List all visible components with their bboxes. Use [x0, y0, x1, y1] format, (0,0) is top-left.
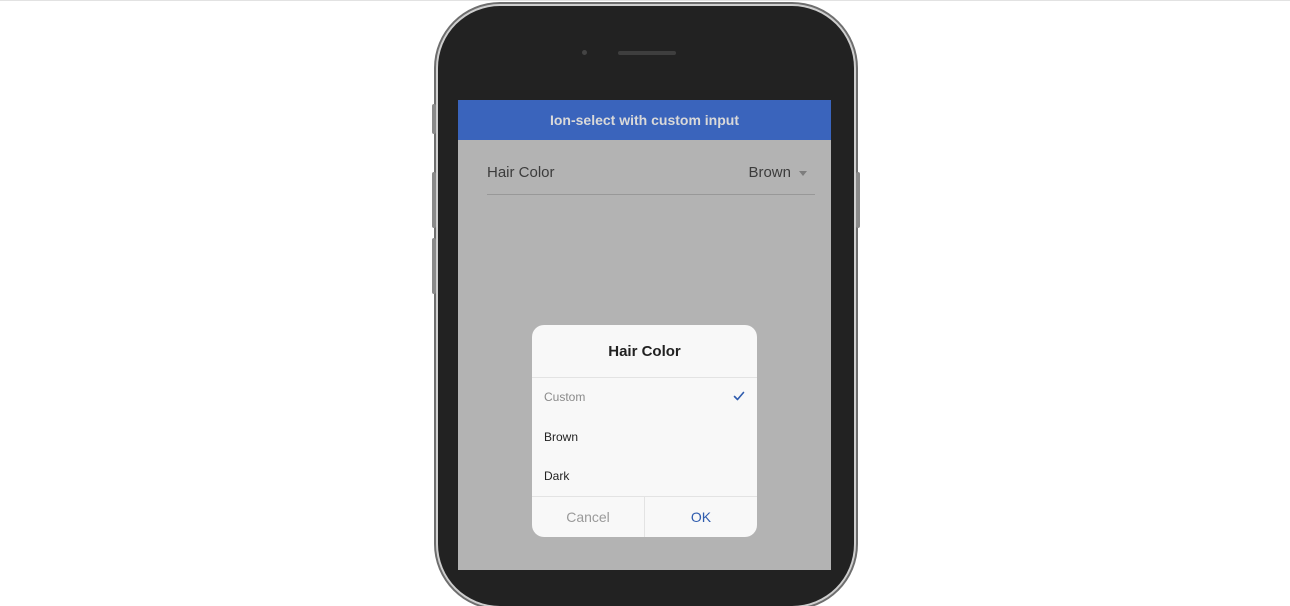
select-value-wrap[interactable]: Brown [748, 164, 807, 181]
checkmark-icon [733, 391, 745, 401]
ok-button[interactable]: OK [645, 497, 757, 537]
alert-title: Hair Color [608, 342, 681, 360]
toolbar-title: Ion-select with custom input [549, 112, 739, 128]
option-custom[interactable]: Custom [532, 378, 757, 418]
option-label: Custom [544, 390, 586, 404]
mute-switch [432, 104, 436, 134]
alert-header: Hair Color [532, 325, 757, 378]
earpiece-speaker [618, 51, 676, 55]
cancel-button[interactable]: Cancel [532, 497, 645, 537]
toolbar: Ion-select with custom input [458, 100, 831, 140]
option-brown[interactable]: Brown [532, 418, 757, 458]
page-top-border [0, 0, 1290, 1]
item-label: Hair Color [487, 164, 555, 181]
alert-button-group: Cancel OK [532, 496, 757, 537]
volume-down-button [432, 238, 436, 294]
caret-down-icon [799, 170, 807, 176]
option-dark[interactable]: Dark [532, 457, 757, 497]
option-label: Dark [544, 469, 570, 483]
power-button [856, 172, 860, 228]
phone-frame: Ion-select with custom input Hair Color … [432, 6, 860, 606]
phone-screen: Ion-select with custom input Hair Color … [458, 100, 831, 570]
front-camera [582, 50, 587, 55]
volume-up-button [432, 172, 436, 228]
select-value: Brown [748, 164, 791, 181]
select-alert-dialog: Hair Color Custom Brown Dark Cancel OK [532, 325, 757, 537]
option-label: Brown [544, 429, 579, 444]
hair-color-select-item[interactable]: Hair Color Brown [487, 140, 815, 195]
